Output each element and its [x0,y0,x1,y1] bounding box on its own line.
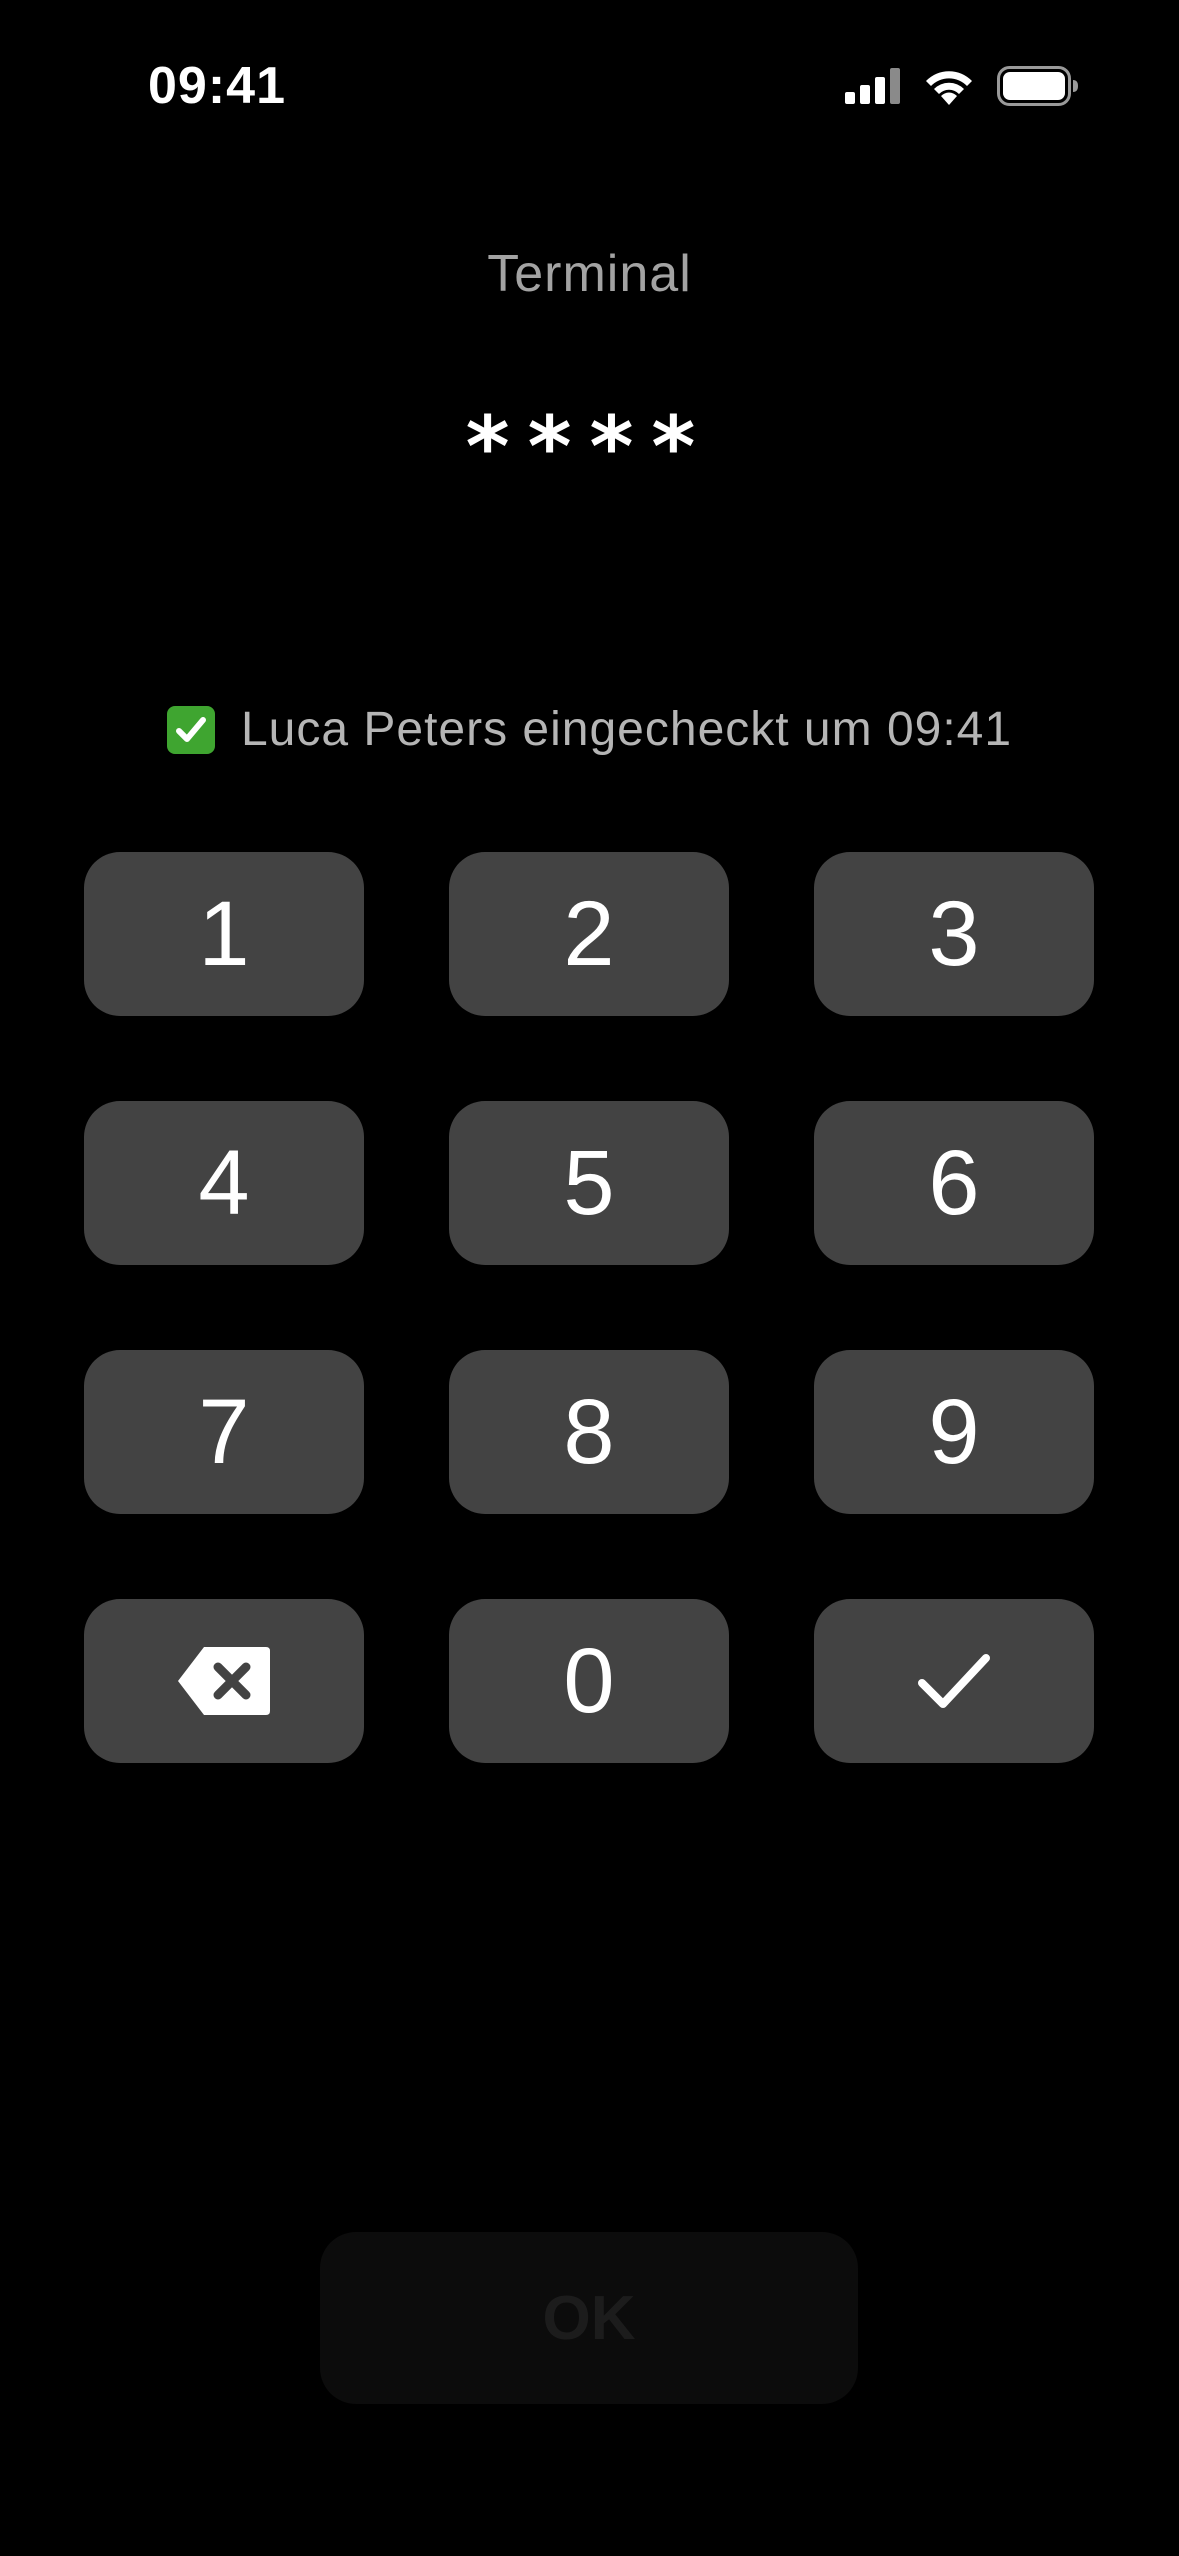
backspace-icon [176,1645,272,1717]
confirm-key-button[interactable] [814,1599,1094,1763]
check-mark-emoji-icon [166,705,215,754]
key-6[interactable]: 6 [814,1101,1094,1265]
wifi-icon [923,67,975,105]
key-4[interactable]: 4 [84,1101,364,1265]
keypad: 1 2 3 4 5 6 7 8 9 0 [84,852,1095,1763]
key-8[interactable]: 8 [449,1350,729,1514]
key-7[interactable]: 7 [84,1350,364,1514]
status-time: 09:41 [148,57,286,115]
backspace-button[interactable] [84,1599,364,1763]
checkin-text: Luca Peters eingecheckt um 09:41 [240,703,1013,756]
key-2[interactable]: 2 [449,852,729,1016]
status-icons [845,64,1079,108]
checkin-message: Luca Peters eingecheckt um 09:41 [0,702,1179,757]
ok-button[interactable]: OK [320,2232,858,2404]
key-5[interactable]: 5 [449,1101,729,1265]
key-9[interactable]: 9 [814,1350,1094,1514]
checkmark-icon [916,1651,992,1711]
pin-display: **** [465,398,714,496]
key-1[interactable]: 1 [84,852,364,1016]
cellular-signal-icon [845,68,901,104]
key-0[interactable]: 0 [449,1599,729,1763]
key-3[interactable]: 3 [814,852,1094,1016]
terminal-title: Terminal [487,245,692,303]
status-bar: 09:41 [0,0,1179,170]
battery-icon [997,66,1079,106]
